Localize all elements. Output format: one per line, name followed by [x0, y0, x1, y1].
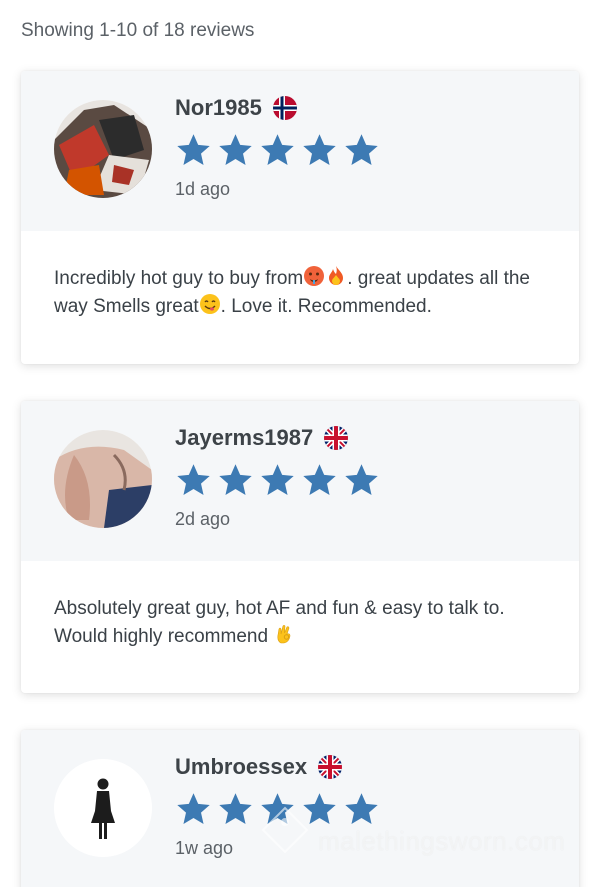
star-icon: [345, 134, 378, 165]
reviewer-name[interactable]: Nor1985: [175, 95, 297, 121]
review-text: Absolutely great guy, hot AF and fun & e…: [21, 561, 579, 651]
star-icon: [177, 134, 210, 165]
avatar[interactable]: [54, 100, 152, 198]
star-icon: [303, 464, 336, 495]
star-icon: [261, 134, 294, 165]
star-icon: [345, 793, 378, 824]
review-card: Nor1985 1d ago Incredibly hot guy to buy…: [21, 71, 579, 364]
norway-flag-icon: [272, 96, 297, 120]
uk-flag-icon: [324, 426, 349, 450]
star-icon: [219, 793, 252, 824]
star-icon: [177, 793, 210, 824]
avatar[interactable]: [54, 430, 152, 528]
reviewer-name[interactable]: Umbroessex: [175, 754, 343, 780]
ok-hand-emoji-icon: [277, 624, 291, 644]
review-count-summary: Showing 1-10 of 18 reviews: [21, 20, 255, 41]
star-icon: [177, 464, 210, 495]
watermark-logo-icon: [261, 806, 309, 854]
review-header: Nor1985 1d ago: [21, 71, 579, 231]
review-time: 2d ago: [175, 509, 231, 529]
yum-face-emoji-icon: [199, 294, 220, 314]
star-icon: [219, 134, 252, 165]
reviewer-name[interactable]: Jayerms1987: [175, 425, 349, 451]
uk-flag-icon: [318, 755, 343, 779]
hot-face-emoji-icon: [304, 266, 325, 286]
watermark-text: malethingsworn.com: [318, 826, 566, 856]
star-icon: [345, 464, 378, 495]
fire-emoji-icon: [329, 266, 344, 285]
star-icon: [219, 464, 252, 495]
review-time: 1w ago: [175, 838, 234, 858]
review-header: Jayerms1987 2d ago: [21, 401, 579, 561]
review-card: Jayerms1987 2d ago Absolutely great guy,…: [21, 401, 579, 693]
review-text: Incredibly hot guy to buy from. great up…: [21, 231, 579, 321]
star-icon: [261, 464, 294, 495]
star-rating: [175, 132, 380, 168]
review-time: 1d ago: [175, 179, 231, 199]
avatar[interactable]: [54, 759, 152, 857]
star-rating: [175, 462, 380, 498]
star-icon: [303, 134, 336, 165]
